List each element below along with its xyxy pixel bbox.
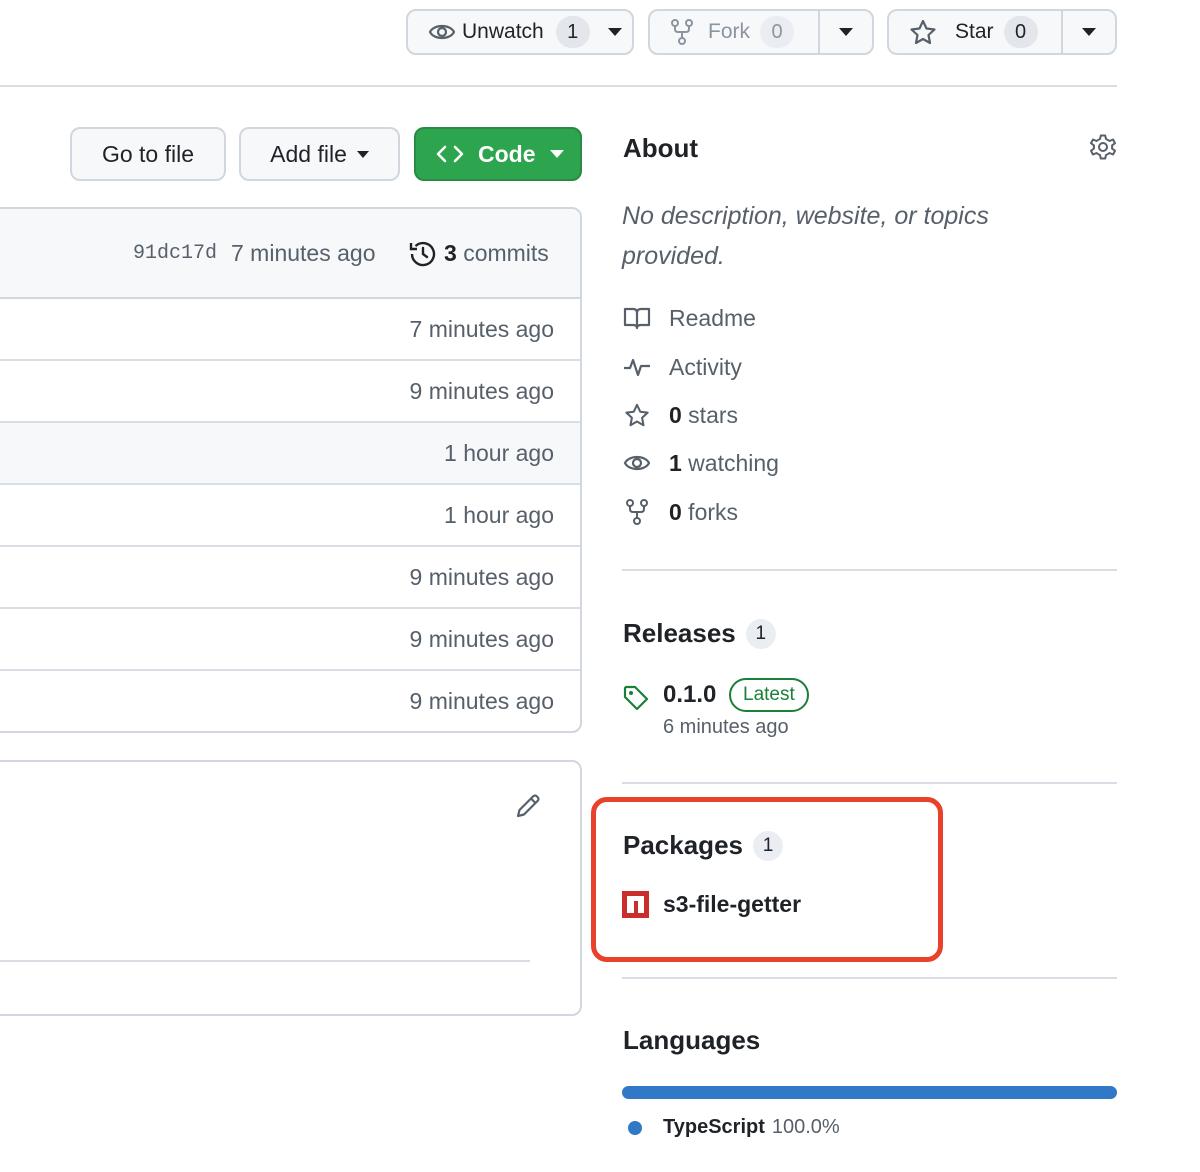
gear-icon[interactable] [1089, 133, 1117, 161]
watching-link[interactable]: 1 watching [622, 448, 779, 478]
code-icon [436, 144, 464, 164]
chevron-down-icon [1082, 28, 1096, 36]
watching-label: watching [681, 449, 779, 476]
chevron-down-icon [607, 28, 622, 36]
package-name: s3-file-getter [663, 891, 802, 917]
file-row-time: 9 minutes ago [409, 564, 554, 590]
file-row[interactable]: 9 minutes ago [0, 547, 580, 609]
eye-icon [428, 21, 456, 43]
go-to-file-label: Go to file [101, 140, 195, 167]
language-name: TypeScript [663, 1116, 765, 1138]
fork-icon [622, 497, 652, 527]
readme-label: Readme [669, 304, 756, 331]
npm-icon [622, 891, 649, 918]
file-row[interactable]: 1 hour ago [0, 423, 580, 485]
fork-dropdown[interactable] [820, 11, 872, 53]
star-label: Star [955, 20, 994, 43]
fork-icon [670, 19, 694, 45]
latest-commit-bar: 91dc17d 7 minutes ago 3 commits [0, 209, 580, 299]
file-row[interactable]: 9 minutes ago [0, 609, 580, 671]
watch-count: 1 [555, 16, 590, 48]
language-dot [628, 1120, 642, 1135]
packages-highlight-box [591, 797, 943, 962]
file-row-time: 9 minutes ago [409, 378, 554, 404]
star-dropdown[interactable] [1063, 11, 1115, 53]
watching-count: 1 [669, 449, 682, 476]
file-row-time: 1 hour ago [444, 440, 554, 466]
pencil-icon[interactable] [514, 792, 542, 820]
packages-title: Packages [623, 830, 743, 860]
releases-count: 1 [745, 618, 776, 649]
packages-count: 1 [752, 830, 783, 861]
commits-label: commits [463, 240, 549, 266]
stars-label: stars [681, 401, 739, 428]
forks-count: 0 [669, 498, 682, 525]
book-icon [622, 303, 652, 333]
star-button[interactable]: Star 0 [887, 9, 1117, 55]
language-bar [622, 1086, 1117, 1099]
unwatch-button[interactable]: Unwatch 1 [406, 9, 634, 55]
commits-link[interactable]: 3 commits [444, 240, 549, 267]
stars-count: 0 [669, 401, 682, 428]
commits-count: 3 [444, 240, 457, 266]
file-row-time: 9 minutes ago [409, 626, 554, 652]
commit-sha[interactable]: 91dc17d [133, 242, 217, 265]
package-item[interactable]: s3-file-getter [622, 891, 801, 918]
file-row[interactable]: 1 hour ago [0, 485, 580, 547]
star-icon [909, 19, 937, 45]
tag-icon [622, 684, 650, 712]
readme-panel [0, 760, 582, 1016]
eye-icon [622, 448, 652, 478]
file-list: 91dc17d 7 minutes ago 3 commits 7 minute… [0, 207, 582, 733]
releases-title: Releases [623, 618, 736, 648]
star-count: 0 [1003, 16, 1038, 48]
go-to-file-button[interactable]: Go to file [70, 127, 226, 181]
star-icon [622, 400, 652, 430]
add-file-label: Add file [270, 140, 347, 167]
sidebar-divider [622, 977, 1117, 979]
fork-label: Fork [708, 20, 750, 43]
fork-count: 0 [760, 16, 794, 48]
commit-time: 7 minutes ago [231, 240, 376, 266]
fork-button[interactable]: Fork 0 [648, 9, 874, 55]
languages-heading: Languages [623, 1025, 761, 1055]
latest-badge: Latest [729, 678, 809, 712]
sidebar-divider [622, 782, 1117, 784]
code-button[interactable]: Code [414, 127, 582, 181]
header-divider [0, 85, 1117, 87]
file-row[interactable]: 9 minutes ago [0, 671, 580, 731]
releases-heading[interactable]: Releases 1 [623, 618, 776, 649]
activity-label: Activity [669, 353, 742, 380]
about-description: No description, website, or topics provi… [622, 202, 989, 270]
packages-heading[interactable]: Packages 1 [623, 830, 783, 861]
file-row-time: 1 hour ago [444, 502, 554, 528]
chevron-down-icon [549, 150, 564, 158]
chevron-down-icon [839, 28, 853, 36]
code-label: Code [478, 140, 536, 167]
readme-divider [0, 960, 530, 962]
release-time: 6 minutes ago [663, 716, 789, 738]
pulse-icon [622, 352, 652, 382]
stars-link[interactable]: 0 stars [622, 400, 738, 430]
add-file-button[interactable]: Add file [239, 127, 400, 181]
file-row-time: 7 minutes ago [409, 316, 554, 342]
chevron-down-icon [356, 150, 369, 158]
file-row-time: 9 minutes ago [409, 688, 554, 714]
about-heading: About [623, 133, 699, 163]
release-version[interactable]: 0.1.0 [663, 681, 716, 709]
unwatch-label: Unwatch [462, 20, 544, 43]
sidebar-divider [622, 569, 1117, 571]
language-percent: 100.0% [771, 1116, 840, 1138]
readme-link[interactable]: Readme [622, 303, 756, 333]
file-row[interactable]: 7 minutes ago [0, 299, 580, 361]
forks-label: forks [681, 498, 739, 525]
activity-link[interactable]: Activity [622, 352, 742, 382]
language-item[interactable]: TypeScript 100.0% [628, 1116, 840, 1139]
history-icon[interactable] [408, 239, 438, 269]
forks-link[interactable]: 0 forks [622, 497, 738, 527]
file-row[interactable]: 9 minutes ago [0, 361, 580, 423]
